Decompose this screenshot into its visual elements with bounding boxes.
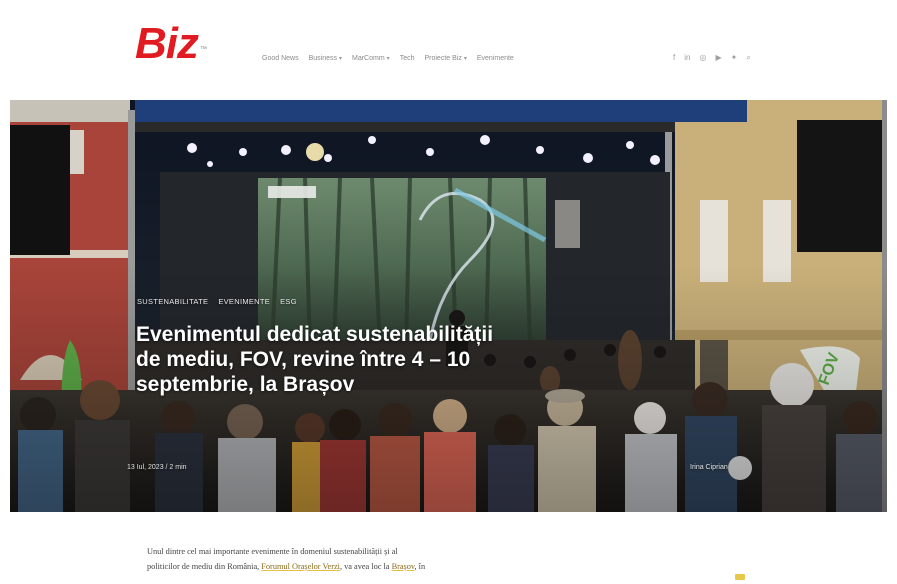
article-paragraph: Unul dintre cel mai importante eveniment…: [147, 547, 426, 571]
article-categories: SUSTENABILITATE EVENIMENTE ESG: [137, 297, 297, 306]
nav-item-proiecte-biz[interactable]: Proiecte Biz ▾: [424, 55, 466, 62]
linkedin-icon[interactable]: in: [684, 54, 690, 62]
site-logo[interactable]: Biz ™: [135, 19, 207, 68]
facebook-icon[interactable]: f: [673, 54, 675, 62]
search-icon[interactable]: ⌕: [746, 54, 750, 62]
article-link-forumul[interactable]: Forumul Orașelor Verzi: [261, 562, 340, 571]
article-link-brasov[interactable]: Brașov: [392, 562, 415, 571]
hero-overlay: [10, 100, 887, 512]
category-link[interactable]: SUSTENABILITATE: [137, 297, 208, 306]
logo-text[interactable]: Biz: [135, 19, 199, 68]
article-title: Evenimentul dedicat sustenabilității de …: [136, 323, 494, 396]
site-header: Biz ™ Good News Business ▾ MarComm ▾ Tech P…: [0, 0, 897, 98]
chevron-down-icon: ▾: [386, 56, 390, 62]
social-links: f in ◎ ▶ ✦ ⌕: [673, 54, 751, 62]
article-author[interactable]: Irina Ciprian: [690, 464, 728, 471]
category-link[interactable]: ESG: [280, 297, 297, 306]
sidebar-ad-icon: [735, 574, 745, 580]
main-nav: Good News Business ▾ MarComm ▾ Tech Proiec…: [262, 55, 514, 62]
chevron-down-icon: ▾: [463, 56, 467, 62]
nav-item-good-news[interactable]: Good News: [262, 55, 299, 62]
twitter-icon[interactable]: ✦: [731, 54, 738, 62]
logo-trademark: ™: [200, 46, 207, 53]
youtube-icon[interactable]: ▶: [715, 54, 721, 62]
category-link[interactable]: EVENIMENTE: [218, 297, 270, 306]
article-meta: 13 Iul, 2023 / 2 min: [127, 464, 187, 471]
hero-banner[interactable]: FOV SUSTENABILITATE EVENIMENTE ESG: [10, 100, 887, 512]
nav-item-evenimente[interactable]: Evenimente: [477, 55, 514, 62]
nav-item-business[interactable]: Business ▾: [309, 55, 342, 62]
nav-item-marcomm[interactable]: MarComm ▾: [352, 55, 390, 62]
chevron-down-icon: ▾: [338, 56, 342, 62]
instagram-icon[interactable]: ◎: [699, 54, 706, 62]
article-body: Unul dintre cel mai importante eveniment…: [147, 544, 587, 574]
nav-item-tech[interactable]: Tech: [400, 55, 415, 62]
